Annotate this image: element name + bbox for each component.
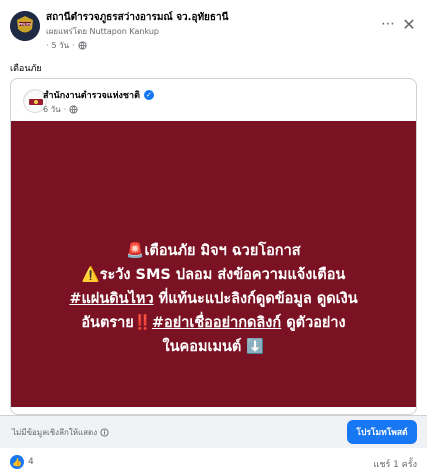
banner-line: อันตราย‼️#อย่าเชื่ออย่ากดลิงก์ ดูตัวอย่า… — [11, 311, 416, 335]
no-insights-text: ไม่มีข้อมูลเชิงลึกให้แสดง — [12, 428, 98, 437]
info-icon[interactable] — [100, 428, 109, 437]
banner-text-segment: อันตราย‼️ — [81, 315, 152, 331]
close-icon: ✕ — [402, 14, 416, 34]
more-icon: ⋯ — [381, 16, 395, 32]
published-by[interactable]: เผยแพร่โดย Nuttapon Kankup — [46, 25, 159, 38]
banner-line: ในคอมเมนต์ ⬇️ — [162, 339, 265, 355]
page-avatar[interactable]: POLICE — [10, 11, 40, 41]
post-caption: เตือนภัย — [10, 64, 42, 74]
shared-page-name-row: สำนักงานตำรวจแห่งชาติ ✓ — [43, 88, 154, 102]
shared-post-time[interactable]: 6 วัน — [43, 103, 61, 116]
shared-post-card[interactable]: สำนักงานตำรวจแห่งชาติ ✓ 6 วัน · 🚨เตือนภั… — [10, 78, 417, 415]
insights-row: ไม่มีข้อมูลเชิงลึกให้แสดง โปรโมทโพสต์ — [0, 415, 427, 448]
globe-icon — [69, 105, 78, 114]
shared-page-name[interactable]: สำนักงานตำรวจแห่งชาติ — [43, 88, 140, 102]
separator-dot: · — [46, 41, 49, 50]
like-icon: 👍 — [10, 455, 24, 469]
promote-post-button[interactable]: โปรโมทโพสต์ — [347, 420, 417, 444]
post-meta: · 5 วัน · — [46, 39, 87, 52]
share-count[interactable]: แชร์ 1 ครั้ง — [374, 457, 417, 471]
facebook-post: POLICE สถานีตำรวจภูธรสว่างอารมณ์ จว.อุทั… — [0, 0, 427, 473]
banner-line: ⚠️ระวัง SMS ปลอม ส่งข้อความแจ้งเตือน — [81, 267, 346, 283]
more-options-button[interactable]: ⋯ — [377, 13, 399, 35]
separator-dot: · — [72, 41, 75, 50]
globe-icon — [78, 41, 87, 50]
separator-dot: · — [63, 105, 67, 114]
banner-line: 🚨เตือนภัย มิจฯ ฉวยโอกาส — [126, 243, 301, 259]
page-name[interactable]: สถานีตำรวจภูธรสว่างอารมณ์ จว.อุทัยธานี — [46, 10, 228, 25]
banner-text-segment: ดูตัวอย่าง — [286, 315, 346, 331]
banner-line: #แผ่นดินไหว ที่แท้นะแปะลิงก์ดูดข้อมูล ดู… — [11, 287, 416, 311]
reactions-summary[interactable]: 👍 4 — [10, 455, 34, 469]
svg-text:POLICE: POLICE — [19, 22, 32, 26]
verified-badge-icon: ✓ — [143, 90, 154, 100]
post-header: POLICE สถานีตำรวจภูธรสว่างอารมณ์ จว.อุทั… — [10, 7, 417, 57]
banner-text-segment: ที่แท้นะแปะลิงก์ดูดข้อมูล ดูดเงิน — [158, 291, 358, 307]
police-badge-icon: POLICE — [10, 11, 40, 41]
close-button[interactable]: ✕ — [398, 13, 420, 35]
shared-post-meta: 6 วัน · — [43, 103, 78, 116]
warning-banner[interactable]: 🚨เตือนภัย มิจฯ ฉวยโอกาส ⚠️ระวัง SMS ปลอม… — [11, 121, 416, 407]
post-time[interactable]: 5 วัน — [52, 39, 70, 52]
hashtag-link[interactable]: #อย่าเชื่ออย่ากดลิงก์ — [152, 315, 281, 331]
reaction-count: 4 — [28, 457, 34, 467]
banner-text: 🚨เตือนภัย มิจฯ ฉวยโอกาส ⚠️ระวัง SMS ปลอม… — [11, 239, 416, 359]
no-insights-label: ไม่มีข้อมูลเชิงลึกให้แสดง — [12, 426, 109, 439]
hashtag-link[interactable]: #แผ่นดินไหว — [69, 291, 153, 307]
